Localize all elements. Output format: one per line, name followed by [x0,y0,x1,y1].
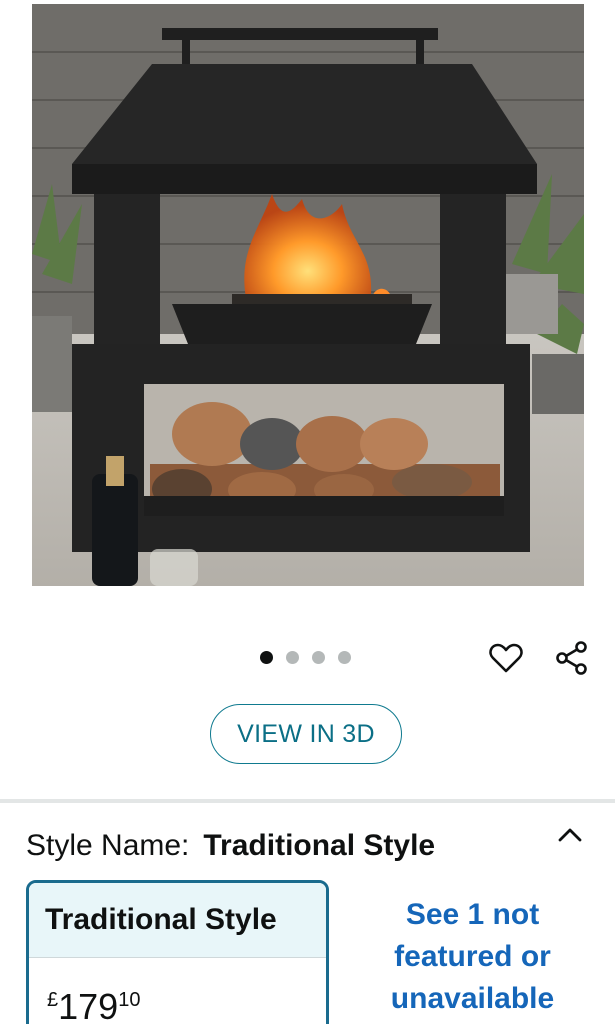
product-page: VIEW IN 3D Style Name: Traditional Style … [0,0,615,1024]
share-icon [556,641,587,675]
chevron-up-icon [558,828,582,842]
heart-icon [489,643,523,673]
price-whole: 179 [58,986,119,1024]
carousel-dot[interactable] [286,651,299,664]
style-name-value: Traditional Style [203,829,436,862]
price-currency: £ [47,989,59,1011]
style-name-label: Style Name: [26,829,190,862]
price-fraction: 10 [118,989,141,1011]
product-image[interactable] [32,4,584,586]
style-option-title: Traditional Style [29,883,326,958]
style-name-row: Style Name: Traditional Style [26,826,435,866]
favorite-button[interactable] [486,638,526,678]
collapse-style-button[interactable] [552,820,588,850]
view-in-3d-button[interactable]: VIEW IN 3D [210,704,402,764]
style-option-price: £17910 [29,958,326,1024]
carousel-dot[interactable] [312,651,325,664]
carousel-dot[interactable] [338,651,351,664]
image-carousel-indicator[interactable] [260,651,351,664]
carousel-dot[interactable] [260,651,273,664]
see-unavailable-options-link[interactable]: See 1 not featured or unavailable [360,894,585,1020]
share-button[interactable] [552,638,592,678]
style-option-card[interactable]: Traditional Style £17910 [26,880,329,1024]
section-divider [0,799,615,803]
